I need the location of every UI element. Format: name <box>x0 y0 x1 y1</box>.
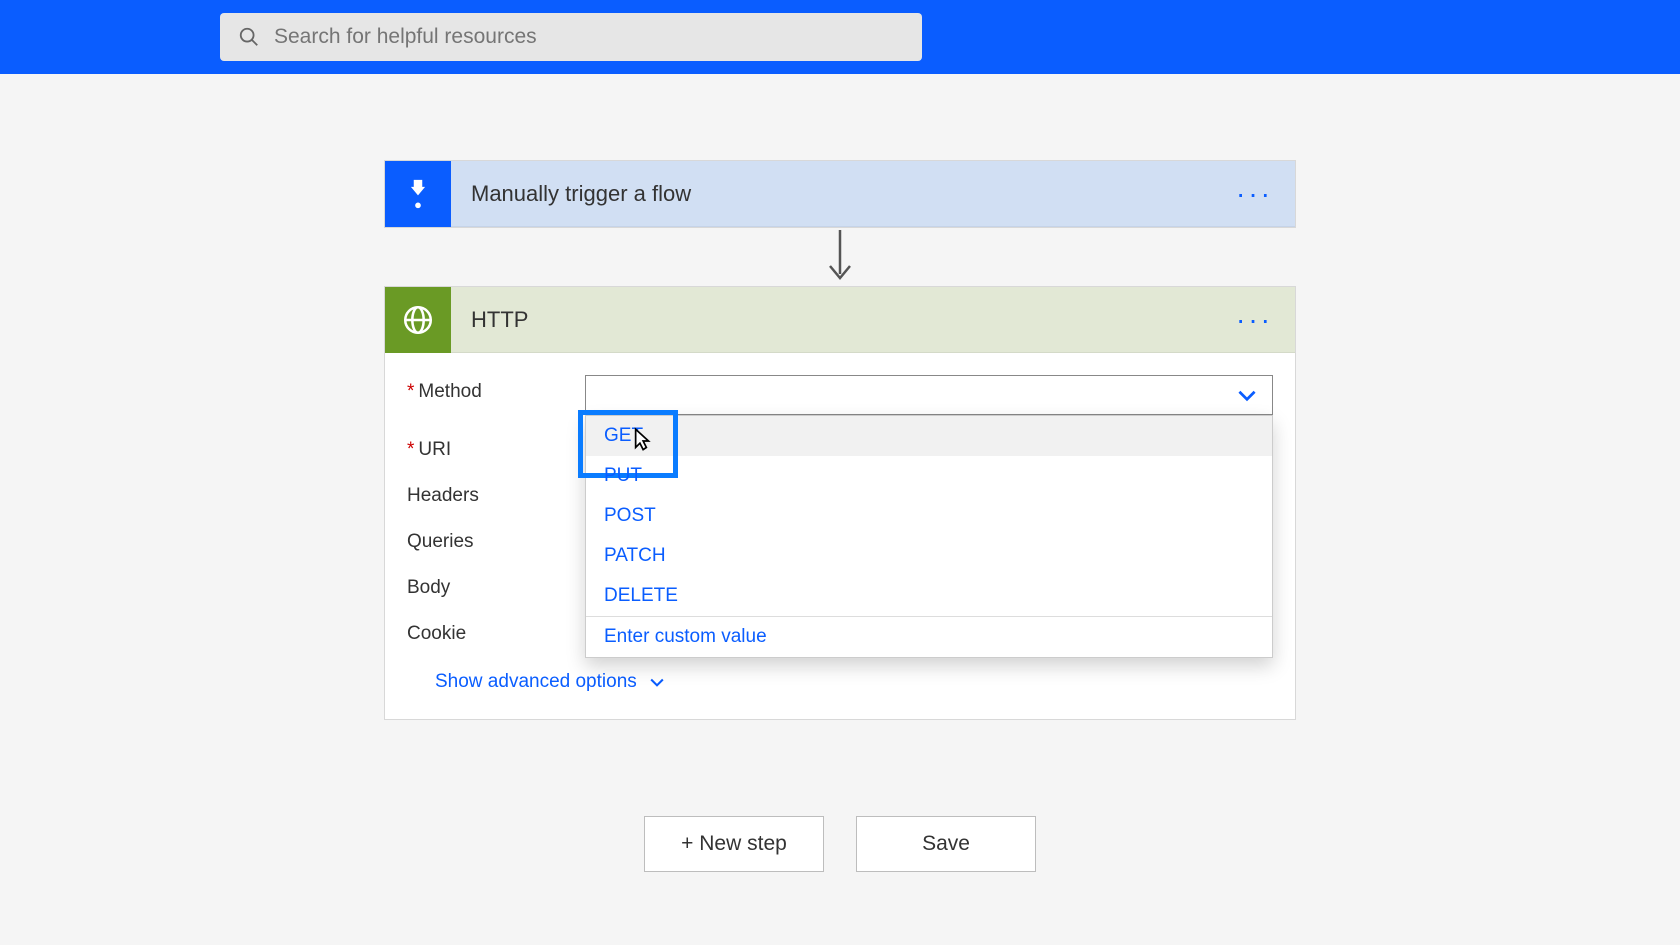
trigger-icon <box>385 161 451 227</box>
http-icon <box>385 287 451 353</box>
method-dropdown: GET PUT POST PATCH DELETE Enter custom v… <box>585 415 1273 658</box>
trigger-header: Manually trigger a flow ··· <box>385 161 1295 227</box>
method-label: *Method <box>407 375 585 403</box>
advanced-options-toggle[interactable]: Show advanced options <box>407 663 1273 693</box>
top-bar <box>0 0 1680 74</box>
search-icon <box>238 26 260 48</box>
chevron-down-icon <box>1234 382 1260 408</box>
save-button[interactable]: Save <box>856 816 1036 872</box>
http-card[interactable]: HTTP ··· *Method GET <box>384 286 1296 720</box>
method-option-post[interactable]: POST <box>586 496 1272 536</box>
queries-label: Queries <box>407 525 585 553</box>
headers-label: Headers <box>407 479 585 507</box>
http-title: HTTP <box>451 307 1214 333</box>
method-option-get[interactable]: GET <box>586 416 1272 456</box>
method-select[interactable] <box>585 375 1273 415</box>
method-option-delete[interactable]: DELETE <box>586 576 1272 616</box>
footer-actions: + New step Save <box>644 816 1036 872</box>
flow-connector <box>825 228 855 286</box>
method-option-custom[interactable]: Enter custom value <box>586 617 1272 657</box>
body-label: Body <box>407 571 585 599</box>
cookie-label: Cookie <box>407 617 585 645</box>
search-input[interactable] <box>274 25 904 49</box>
uri-label: *URI <box>407 433 585 461</box>
chevron-down-icon <box>647 672 667 692</box>
method-option-patch[interactable]: PATCH <box>586 536 1272 576</box>
method-option-put[interactable]: PUT <box>586 456 1272 496</box>
new-step-button[interactable]: + New step <box>644 816 824 872</box>
http-menu-button[interactable]: ··· <box>1214 304 1295 336</box>
trigger-title: Manually trigger a flow <box>451 181 1214 207</box>
trigger-menu-button[interactable]: ··· <box>1214 178 1295 210</box>
search-box[interactable] <box>220 13 922 61</box>
trigger-card[interactable]: Manually trigger a flow ··· <box>384 160 1296 228</box>
flow-canvas: Manually trigger a flow ··· HTTP ··· *M <box>0 74 1680 872</box>
http-header: HTTP ··· <box>385 287 1295 353</box>
method-row: *Method GET PUT POS <box>407 375 1273 415</box>
http-body: *Method GET PUT POS <box>385 353 1295 719</box>
